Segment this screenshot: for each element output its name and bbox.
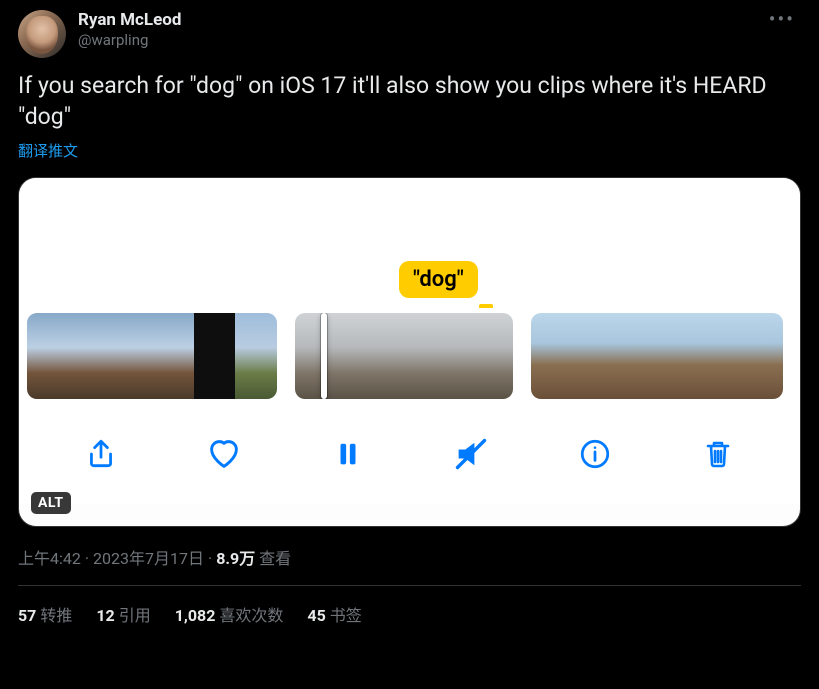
- media-card[interactable]: "dog": [18, 177, 801, 527]
- media-toolbar: [19, 404, 800, 504]
- more-icon[interactable]: •••: [763, 10, 801, 28]
- clip-group: [295, 313, 513, 399]
- tweet-header: Ryan McLeod @warpling •••: [18, 10, 801, 58]
- tweet-text: If you search for "dog" on iOS 17 it'll …: [18, 70, 801, 132]
- caption-bubble: "dog": [399, 261, 478, 298]
- share-icon[interactable]: [81, 434, 121, 474]
- views-label: 查看: [259, 549, 291, 568]
- thumbnail: [194, 313, 236, 399]
- pause-icon[interactable]: [328, 434, 368, 474]
- author-names[interactable]: Ryan McLeod @warpling: [78, 10, 763, 50]
- info-icon[interactable]: [575, 434, 615, 474]
- stats-row: 57转推 12引用 1,082喜欢次数 45书签: [18, 586, 801, 626]
- trash-icon[interactable]: [698, 434, 738, 474]
- timestamp-row: 上午4:42·2023年7月17日·8.9万 查看: [18, 545, 801, 569]
- post-date[interactable]: 2023年7月17日: [93, 549, 204, 568]
- thumbnail: [404, 313, 459, 399]
- clip-group: [531, 313, 783, 399]
- clip-group: [27, 313, 277, 399]
- thumbnail: [459, 313, 514, 399]
- views-count: 8.9万: [216, 549, 255, 568]
- handle: @warpling: [78, 30, 763, 50]
- thumbnail: [110, 313, 152, 399]
- thumbnail: [531, 313, 573, 399]
- video-scrubber[interactable]: [19, 308, 800, 404]
- stat-likes[interactable]: 1,082喜欢次数: [175, 602, 284, 626]
- post-time[interactable]: 上午4:42: [18, 549, 81, 568]
- translate-link[interactable]: 翻译推文: [18, 140, 78, 161]
- display-name: Ryan McLeod: [78, 10, 763, 30]
- alt-badge[interactable]: ALT: [31, 492, 71, 514]
- thumbnail: [152, 313, 194, 399]
- stat-retweets[interactable]: 57转推: [18, 602, 72, 626]
- thumbnail: [615, 313, 657, 399]
- mute-icon[interactable]: [451, 434, 491, 474]
- thumbnail: [69, 313, 111, 399]
- thumbnail: [741, 313, 783, 399]
- thumbnail: [350, 313, 405, 399]
- caption-area: "dog": [19, 178, 800, 308]
- thumbnail: [27, 313, 69, 399]
- scrub-handle[interactable]: [321, 313, 327, 399]
- thumbnail: [699, 313, 741, 399]
- thumbnail: [657, 313, 699, 399]
- thumbnail: [235, 313, 277, 399]
- heart-icon[interactable]: [204, 434, 244, 474]
- thumbnail: [573, 313, 615, 399]
- avatar[interactable]: [18, 10, 66, 58]
- stat-bookmarks[interactable]: 45书签: [307, 602, 361, 626]
- stat-quotes[interactable]: 12引用: [96, 602, 150, 626]
